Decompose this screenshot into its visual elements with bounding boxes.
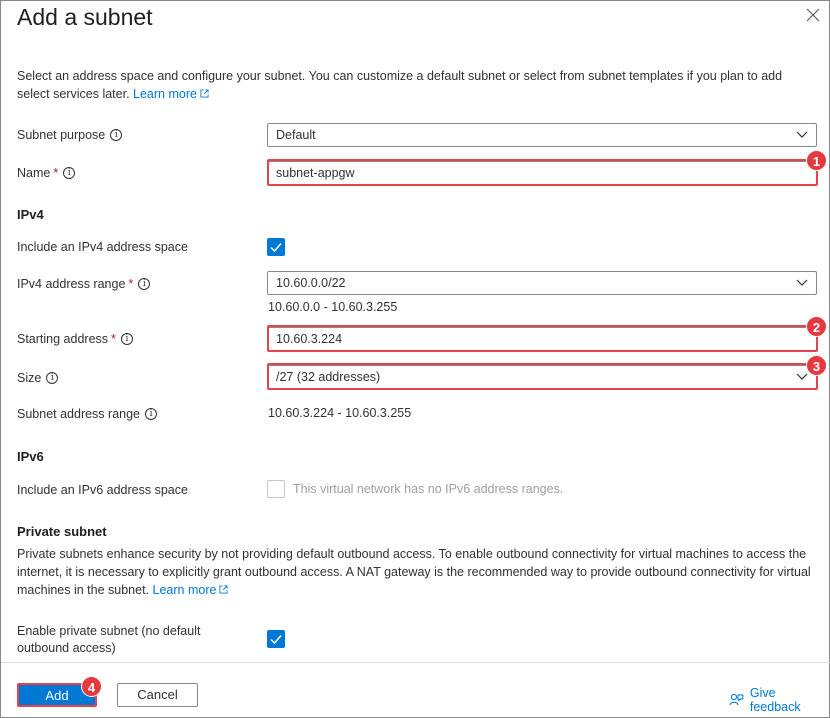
enable-private-label-line2: outbound access) <box>17 641 116 655</box>
dialog-title: Add a subnet <box>17 4 153 30</box>
ipv6-disabled-text: This virtual network has no IPv6 address… <box>293 482 564 496</box>
external-link-icon <box>219 585 229 594</box>
required-mark: * <box>53 166 59 180</box>
info-icon[interactable]: i <box>138 278 151 290</box>
subnet-address-range-label-text: Subnet address range <box>17 407 141 421</box>
checkmark-icon <box>270 243 282 253</box>
required-mark: * <box>128 277 134 291</box>
feedback-icon <box>729 693 744 706</box>
subnet-purpose-label: Subnet purpose i <box>17 127 123 143</box>
info-icon[interactable]: i <box>63 167 76 179</box>
enable-private-subnet-checkbox[interactable] <box>267 630 285 648</box>
dialog-description: Select an address space and configure yo… <box>17 67 817 103</box>
close-icon[interactable] <box>805 7 821 23</box>
include-ipv6-checkbox[interactable] <box>267 480 285 498</box>
ipv4-range-label-text: IPv4 address range <box>17 277 126 291</box>
info-icon[interactable]: i <box>120 333 133 345</box>
learn-more-link[interactable]: Learn more <box>133 87 209 101</box>
private-learn-more-label: Learn more <box>152 583 217 597</box>
external-link-icon <box>200 89 209 98</box>
footer-divider <box>1 662 830 663</box>
private-subnet-description: Private subnets enhance security by not … <box>17 545 817 599</box>
include-ipv4-label-text: Include an IPv4 address space <box>17 240 188 254</box>
subnet-address-range-value: 10.60.3.224 - 10.60.3.255 <box>268 406 412 420</box>
ipv4-section-title: IPv4 <box>17 207 44 222</box>
name-label-text: Name <box>17 166 51 180</box>
enable-private-subnet-label: Enable private subnet (no default outbou… <box>17 623 200 657</box>
learn-more-label: Learn more <box>133 87 197 101</box>
name-label: Name * i <box>17 165 76 181</box>
name-highlight <box>267 159 818 186</box>
cancel-button[interactable]: Cancel <box>117 683 198 707</box>
private-subnet-section-title: Private subnet <box>17 524 107 539</box>
include-ipv4-label: Include an IPv4 address space <box>17 239 188 255</box>
starting-address-label: Starting address * i <box>17 331 133 347</box>
checkmark-icon <box>270 635 282 645</box>
private-learn-more-link[interactable]: Learn more <box>153 583 229 597</box>
size-label: Size i <box>17 370 59 386</box>
subnet-address-range-label: Subnet address range i <box>17 406 158 422</box>
ipv4-range-value: 10.60.0.0/22 <box>276 276 346 290</box>
ipv4-range-text: 10.60.0.0 - 10.60.3.255 <box>268 300 398 314</box>
ipv6-section-title: IPv6 <box>17 449 44 464</box>
info-icon[interactable]: i <box>110 129 123 141</box>
private-description-text: Private subnets enhance security by not … <box>17 547 811 597</box>
step-badge-3: 3 <box>806 355 827 376</box>
give-feedback-link[interactable]: Give feedback <box>729 686 829 714</box>
ipv4-range-select[interactable]: 10.60.0.0/22 <box>267 271 817 295</box>
step-badge-2: 2 <box>806 316 827 337</box>
subnet-purpose-label-text: Subnet purpose <box>17 128 106 142</box>
starting-address-highlight <box>267 325 818 352</box>
starting-address-label-text: Starting address <box>17 332 109 346</box>
description-text: Select an address space and configure yo… <box>17 69 783 101</box>
add-subnet-dialog: Add a subnet Select an address space and… <box>0 0 830 718</box>
include-ipv6-label-text: Include an IPv6 address space <box>17 483 188 497</box>
size-label-text: Size <box>17 371 42 385</box>
info-icon[interactable]: i <box>46 372 59 384</box>
include-ipv6-label: Include an IPv6 address space <box>17 482 188 498</box>
subnet-purpose-select[interactable]: Default <box>267 123 817 147</box>
required-mark: * <box>111 332 116 346</box>
ipv4-range-label: IPv4 address range * i <box>17 276 151 292</box>
enable-private-label-line1: Enable private subnet (no default <box>17 624 201 638</box>
chevron-down-icon <box>796 279 808 286</box>
subnet-purpose-value: Default <box>276 128 316 142</box>
step-badge-4: 4 <box>81 676 102 697</box>
step-badge-1: 1 <box>806 150 827 171</box>
info-icon[interactable]: i <box>145 408 158 420</box>
include-ipv4-checkbox[interactable] <box>267 238 285 256</box>
size-highlight <box>267 363 818 390</box>
chevron-down-icon <box>796 131 808 138</box>
give-feedback-label: Give feedback <box>749 686 801 714</box>
